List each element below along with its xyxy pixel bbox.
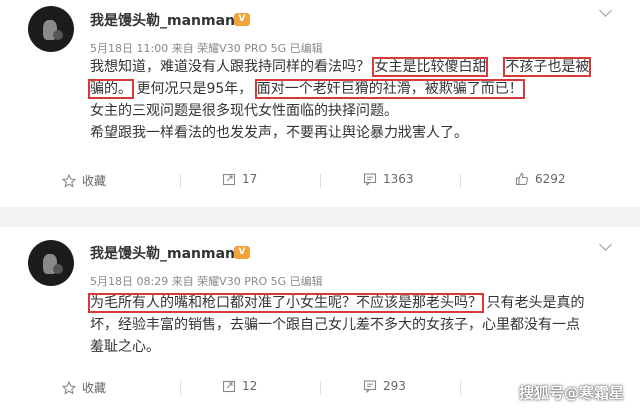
repost-count: 17 [242, 172, 258, 186]
divider [180, 381, 181, 395]
text-line: 羞耻之心。 [90, 339, 160, 355]
weibo-post-1: 我是馒头勒_manman V 5月18日 11:00 来自 荣耀V30 PRO … [0, 0, 640, 205]
like-count: 6292 [535, 172, 566, 186]
highlighted-text: 女主是比较傻白甜 [372, 57, 489, 77]
post-meta: 5月18日 08:29 来自 荣耀V30 PRO 5G 已编辑 [90, 275, 323, 288]
divider [320, 381, 321, 395]
chevron-down-icon[interactable] [599, 238, 612, 251]
highlighted-text: 骗的。 [88, 79, 134, 99]
favorite-label: 收藏 [82, 381, 107, 395]
highlighted-text: 面对一个老奸巨猾的社滑，被欺骗了而已！ [254, 79, 525, 99]
highlighted-text: 为毛所有人的嘴和枪口都对准了小女生呢？不应该是那老头吗？ [88, 293, 484, 313]
text-segment: 只有老头是真的 [486, 295, 585, 311]
post-body: 为毛所有人的嘴和枪口都对准了小女生呢？不应该是那老头吗？ 只有老头是真的 坏，经… [88, 292, 615, 358]
repost-button[interactable]: 17 [222, 172, 257, 186]
text-line: 希望跟我一样看法的也发发声，不要再让舆论暴力戕害人了。 [90, 125, 468, 141]
text-line: 坏，经验丰富的销售，去骗一个跟自己女儿差不多大的女孩子，心里都没有一点 [90, 317, 580, 333]
avatar[interactable] [28, 240, 74, 286]
post-separator [0, 207, 640, 227]
vip-badge-icon: V [234, 13, 250, 26]
star-icon [61, 380, 77, 395]
text-segment: 我想知道，难道没有人跟我持同样的看法吗？ [90, 59, 370, 75]
repost-icon [222, 380, 236, 393]
text-line: 为毛所有人的嘴和枪口都对准了小女生呢？不应该是那老头吗？ 只有老头是真的 [88, 292, 615, 314]
comment-icon [363, 380, 377, 394]
repost-count: 12 [242, 379, 258, 393]
username[interactable]: 我是馒头勒_manman [90, 243, 235, 263]
repost-button[interactable]: 12 [222, 379, 257, 393]
star-icon [61, 173, 77, 188]
text-line: 我想知道，难道没有人跟我持同样的看法吗？ 女主是比较傻白甜 不孩子也是被 [90, 56, 615, 78]
text-line: 骗的。 更何况只是95年， 面对一个老奸巨猾的社滑，被欺骗了而已！ [88, 78, 615, 100]
text-segment: 更何况只是95年， [136, 81, 253, 97]
divider [460, 174, 461, 188]
divider [180, 174, 181, 188]
favorite-button[interactable]: 收藏 [61, 172, 107, 189]
chevron-down-icon[interactable] [599, 4, 612, 17]
thumbs-up-icon [515, 172, 529, 186]
repost-icon [222, 173, 236, 186]
comment-icon [363, 173, 377, 187]
watermark: 搜狐号@寒霜星 [518, 384, 624, 402]
username[interactable]: 我是馒头勒_manman [90, 10, 235, 30]
like-button[interactable]: 6292 [515, 172, 566, 186]
avatar[interactable] [28, 6, 74, 52]
action-bar: 收藏 17 1363 6292 [0, 166, 640, 196]
text-line: 女主的三观问题是很多现代女性面临的抉择问题。 [90, 103, 398, 119]
highlighted-text: 不孩子也是被 [503, 57, 592, 77]
vip-badge-icon: V [234, 246, 250, 259]
post-body: 我想知道，难道没有人跟我持同样的看法吗？ 女主是比较傻白甜 不孩子也是被 骗的。… [88, 56, 615, 144]
post-meta: 5月18日 11:00 来自 荣耀V30 PRO 5G 已编辑 [90, 42, 323, 55]
comment-button[interactable]: 293 [363, 379, 406, 394]
favorite-label: 收藏 [82, 174, 107, 188]
divider [460, 381, 461, 395]
comment-count: 1363 [383, 172, 414, 186]
comment-button[interactable]: 1363 [363, 172, 414, 187]
favorite-button[interactable]: 收藏 [61, 379, 107, 396]
comment-count: 293 [383, 379, 406, 393]
divider [320, 174, 321, 188]
